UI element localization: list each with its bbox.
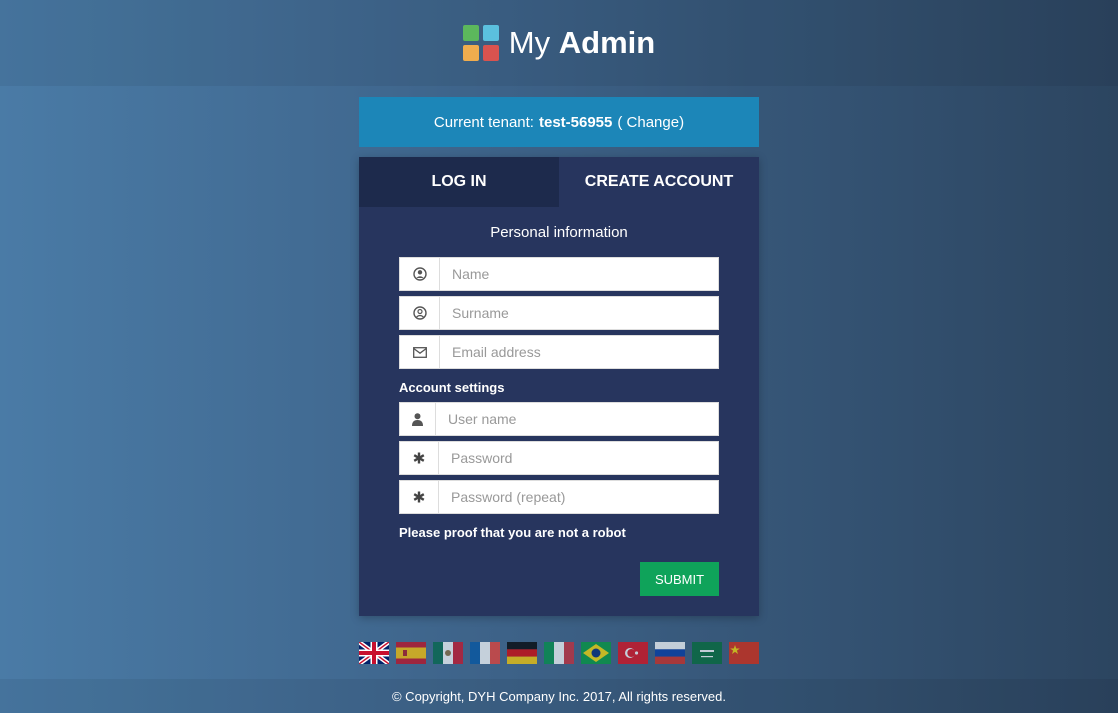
submit-button[interactable]: SUBMIT [640,562,719,596]
copyright-text: © Copyright, DYH Company Inc. 2017, All … [391,688,726,704]
logo-text: My Admin [509,25,655,61]
logo-icon [462,25,499,61]
auth-card: LOG IN CREATE ACCOUNT Personal informati… [359,157,759,616]
flag-ru-icon[interactable] [655,642,685,664]
password-repeat-input[interactable] [439,481,718,513]
user-icon [400,403,436,435]
surname-input[interactable] [440,297,718,329]
name-input[interactable] [440,258,718,290]
flag-br-icon[interactable] [581,642,611,664]
asterisk-icon [400,442,439,474]
personal-information-title: Personal information [490,224,628,241]
tenant-bar: Current tenant: test-56955 ( Change) [359,97,759,147]
auth-tabs: LOG IN CREATE ACCOUNT [359,157,759,207]
account-fields [399,402,719,519]
header: My Admin [0,0,1118,86]
account-settings-title: Account settings [399,380,505,395]
flag-fr-icon[interactable] [470,642,500,664]
logo-text-bold: Admin [558,25,656,60]
tab-login[interactable]: LOG IN [359,157,559,207]
name-field [399,257,719,291]
password-repeat-field [399,480,719,514]
email-input[interactable] [440,336,718,368]
username-input[interactable] [436,403,718,435]
change-tenant-link[interactable]: ( Change) [617,114,684,131]
flag-tr-icon[interactable] [618,642,648,664]
flag-mx-icon[interactable] [433,642,463,664]
envelope-icon [400,336,440,368]
personal-fields [399,257,719,374]
language-flags [0,642,1118,664]
logo-text-light: My [508,25,551,60]
footer: © Copyright, DYH Company Inc. 2017, All … [0,679,1118,713]
captcha-label: Please proof that you are not a robot [399,525,626,540]
tab-create-account[interactable]: CREATE ACCOUNT [559,157,759,207]
password-field [399,441,719,475]
flag-en-icon[interactable] [359,642,389,664]
flag-es-icon[interactable] [396,642,426,664]
password-input[interactable] [439,442,718,474]
tenant-name: test-56955 [538,113,613,131]
asterisk-icon [400,481,439,513]
surname-field [399,296,719,330]
flag-sa-icon[interactable] [692,642,722,664]
user-circle-icon [400,258,440,290]
flag-cn-icon[interactable] [729,642,759,664]
email-field [399,335,719,369]
flag-de-icon[interactable] [507,642,537,664]
flag-it-icon[interactable] [544,642,574,664]
tenant-prefix: Current tenant: [433,113,534,131]
logo[interactable]: My Admin [462,25,655,61]
username-field [399,402,719,436]
user-circle-outline-icon [400,297,440,329]
